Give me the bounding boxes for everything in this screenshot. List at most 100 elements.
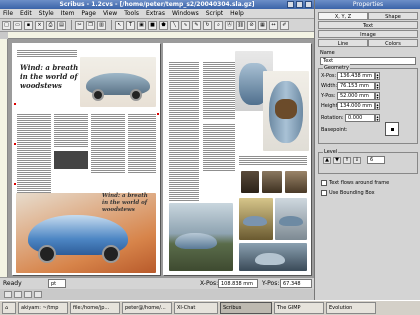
level-bottom-button[interactable]: ⇓ — [353, 157, 361, 164]
header-text-frame[interactable] — [17, 49, 77, 57]
close-doc-icon[interactable]: × — [35, 20, 44, 30]
menu-page[interactable]: Page — [81, 10, 96, 17]
paste-icon[interactable]: ▥ — [97, 20, 106, 30]
select-icon[interactable]: ↖ — [115, 20, 124, 30]
pdf-icon[interactable]: ▤ — [57, 20, 66, 30]
car-top-view-photo[interactable] — [263, 71, 309, 151]
photo-car-road[interactable] — [275, 198, 307, 240]
w-spinner[interactable]: ▴ ▾ — [375, 82, 380, 90]
menu-tools[interactable]: Tools — [124, 10, 139, 17]
rotate-icon[interactable]: ↻ — [203, 20, 212, 30]
text-column-right-1[interactable] — [169, 61, 199, 201]
table-icon[interactable]: ▦ — [258, 20, 267, 30]
tab-text[interactable]: Text — [318, 21, 418, 29]
x-field[interactable]: 136.438 mm — [337, 72, 375, 80]
menu-extras[interactable]: Extras — [146, 10, 165, 17]
text-column-right-2[interactable] — [203, 61, 235, 119]
measure-icon[interactable]: ↔ — [269, 20, 278, 30]
menu-edit[interactable]: Edit — [20, 10, 32, 17]
close-button[interactable] — [305, 1, 312, 8]
copy-icon[interactable]: ❐ — [86, 20, 95, 30]
line-icon[interactable]: ╲ — [170, 20, 179, 30]
open-icon[interactable]: ▭ — [13, 20, 22, 30]
task-evolution[interactable]: Evolution — [326, 302, 376, 314]
horizontal-ruler[interactable] — [8, 32, 314, 39]
menu-file[interactable]: File — [3, 10, 13, 17]
task-file-manager[interactable]: file:/home/jp... — [70, 302, 120, 314]
car-photo-top[interactable] — [80, 57, 156, 107]
task-terminal-2[interactable]: peter@/home/... — [122, 302, 172, 314]
photo-car-landscape[interactable] — [169, 203, 233, 271]
polygon-icon[interactable]: ⬟ — [159, 20, 168, 30]
unlink-frames-icon[interactable]: ⊘ — [247, 20, 256, 30]
tab-image[interactable]: Image — [318, 30, 418, 38]
caption-heading[interactable]: Wind: a breath in the world of woodstews — [102, 193, 154, 214]
text-column-3[interactable] — [91, 113, 125, 173]
tab-line[interactable]: Line — [318, 39, 368, 47]
menu-view[interactable]: View — [103, 10, 117, 17]
level-down-button[interactable]: ▼ — [333, 157, 341, 164]
menu-windows[interactable]: Windows — [172, 10, 199, 17]
menu-item[interactable]: Item — [61, 10, 75, 17]
x-spinner[interactable]: ▴ ▾ — [375, 72, 380, 80]
tab-colors[interactable]: Colors — [368, 39, 418, 47]
task-scribus[interactable]: Scribus — [220, 302, 272, 314]
photo-interior-2[interactable] — [262, 171, 282, 193]
basepoint-selector[interactable] — [385, 122, 399, 136]
eyedropper-icon[interactable]: ✐ — [280, 20, 289, 30]
freehand-icon[interactable]: ✎ — [192, 20, 201, 30]
caption-text[interactable] — [239, 155, 307, 165]
photo-interior-1[interactable] — [241, 171, 259, 193]
image-frame-icon[interactable]: ▣ — [137, 20, 146, 30]
text-frame-icon[interactable]: T — [126, 20, 135, 30]
last-page-button[interactable] — [34, 291, 42, 298]
menu-style[interactable]: Style — [39, 10, 54, 17]
menu-help[interactable]: Help — [230, 10, 244, 17]
right-page[interactable] — [163, 43, 311, 275]
level-up-button[interactable]: ▲ — [323, 157, 331, 164]
h-field[interactable]: 134.000 mm — [337, 102, 375, 110]
shape-icon[interactable]: ■ — [148, 20, 157, 30]
prev-page-button[interactable] — [14, 291, 22, 298]
left-page[interactable]: Wind: a breath in the world of woodstews… — [12, 43, 160, 275]
article-heading[interactable]: Wind: a breath in the world of woodstews — [20, 63, 80, 90]
h-spinner[interactable]: ▴ ▾ — [375, 102, 380, 110]
unit-select[interactable]: pt — [48, 279, 66, 288]
start-menu-button[interactable]: ⌂ — [2, 302, 16, 314]
edit-text-icon[interactable]: Ⓐ — [225, 20, 234, 30]
maximize-button[interactable] — [296, 1, 303, 8]
rotation-field[interactable]: 0.000 — [345, 114, 375, 122]
tab-shape[interactable]: Shape — [368, 12, 418, 20]
task-terminal[interactable]: akiyam: ~/tmp — [18, 302, 68, 314]
minimize-button[interactable] — [287, 1, 294, 8]
y-spinner[interactable]: ▴ ▾ — [375, 92, 380, 100]
first-page-button[interactable] — [4, 291, 12, 298]
next-page-button[interactable] — [24, 291, 32, 298]
y-field[interactable]: 52.000 mm — [337, 92, 375, 100]
save-icon[interactable]: ▪ — [24, 20, 33, 30]
print-icon[interactable]: ⎙ — [46, 20, 55, 30]
vertical-ruler[interactable] — [0, 39, 8, 277]
task-xichat[interactable]: XI-Chat — [174, 302, 218, 314]
menu-script[interactable]: Script — [206, 10, 223, 17]
text-column-4[interactable] — [128, 113, 156, 173]
photo-car-desert[interactable] — [239, 198, 273, 240]
pull-quote-block[interactable] — [54, 151, 88, 169]
bezier-icon[interactable]: ∿ — [181, 20, 190, 30]
link-frames-icon[interactable]: ⛓ — [236, 20, 245, 30]
level-top-button[interactable]: ⇑ — [343, 157, 351, 164]
document-canvas[interactable]: Wind: a breath in the world of woodstews… — [8, 39, 314, 277]
text-column-1[interactable] — [17, 113, 51, 193]
new-document-icon[interactable]: □ — [2, 20, 11, 30]
text-column-2[interactable] — [54, 113, 88, 147]
photo-interior-3[interactable] — [285, 171, 307, 193]
cut-icon[interactable]: ✂ — [75, 20, 84, 30]
text-column-right-3[interactable] — [203, 123, 235, 171]
tab-xyz[interactable]: X, Y, Z — [318, 12, 368, 20]
bounding-box-checkbox[interactable] — [321, 190, 327, 196]
basepoint-center[interactable] — [391, 128, 394, 131]
zoom-icon[interactable]: ⌕ — [214, 20, 223, 30]
photo-car-night[interactable] — [239, 243, 307, 271]
task-gimp[interactable]: The GIMP — [274, 302, 324, 314]
text-flow-checkbox[interactable] — [321, 180, 327, 186]
